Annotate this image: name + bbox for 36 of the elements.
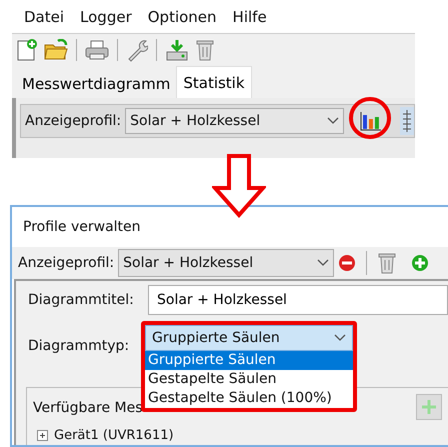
highlight-circle [348,96,392,140]
menu-item[interactable]: Datei [24,8,64,26]
trash-icon[interactable] [195,38,215,62]
profile-dropdown[interactable]: Solar + Holzkessel [118,249,334,277]
new-document-icon[interactable] [16,38,38,62]
remove-icon[interactable] [338,254,356,272]
profile-label: Anzeigeprofil: [18,255,114,271]
plus-icon [421,399,437,415]
menu-item[interactable]: Logger [80,8,132,26]
field-label: Diagrammtitel: [28,292,135,308]
dropdown-option[interactable]: Gestapelte Säulen [145,370,353,389]
field-label: Diagrammtyp: [28,338,130,354]
wrench-icon[interactable] [126,38,148,62]
caret-icon [317,259,330,267]
download-icon[interactable] [165,38,189,62]
dialog-title: Profile verwalten [22,218,142,237]
diagram-title-field[interactable]: Solar + Holzkessel [148,285,448,315]
trash-icon[interactable] [377,251,398,275]
caret-icon [334,334,346,342]
profile-dropdown[interactable]: Solar + Holzkessel [125,108,344,134]
tree-item[interactable]: Gerät1 (UVR1611) [54,428,174,443]
add-icon[interactable] [411,254,430,272]
dropdown-option[interactable]: Gestapelte Säulen (100%) [145,389,353,408]
profile-label: Anzeigeprofil: [25,113,122,129]
caret-icon [327,117,340,125]
printer-icon[interactable] [85,39,109,61]
expand-toggle-icon[interactable] [37,430,48,441]
dropdown-option[interactable]: Gruppierte Säulen [145,351,353,370]
menu-item[interactable]: Hilfe [232,8,267,26]
tab[interactable]: Statistik [176,66,252,98]
diagram-type-dropdown[interactable]: Gruppierte Säulen [145,325,353,351]
ruler-icon[interactable] [402,109,412,133]
bar-chart-icon[interactable] [360,111,382,131]
menu-item[interactable]: Optionen [148,8,217,26]
folder-icon[interactable] [44,39,68,61]
group-label: Verfügbare Mes [33,400,143,416]
